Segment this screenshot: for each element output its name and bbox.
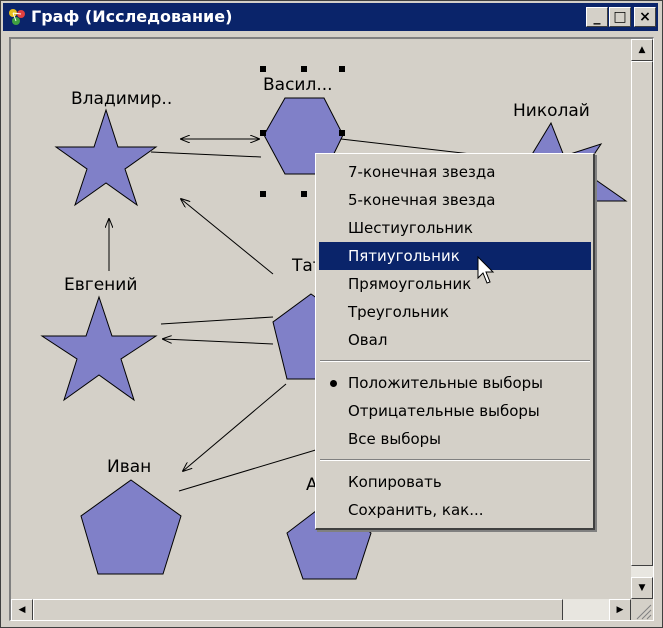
graph-window: Граф (Исследование) _ □ × Владимир.. Вас… [0, 0, 663, 628]
node-label-vladimir: Владимир.. [71, 89, 173, 109]
node-label-ivan: Иван [107, 457, 152, 477]
menu-item-hexagon[interactable]: Шестиугольник [319, 214, 591, 242]
menu-item-positive-label: Положительные выборы [348, 374, 543, 392]
selection-handle[interactable] [260, 130, 266, 136]
menu-item-7-star[interactable]: 7-конечная звезда [319, 158, 591, 186]
edge [181, 199, 274, 275]
horizontal-scrollbar[interactable]: ◀ ▶ [11, 599, 631, 620]
menu-item-oval[interactable]: Овал [319, 326, 591, 354]
window-title: Граф (Исследование) [31, 7, 233, 26]
menu-separator [320, 459, 590, 461]
edge [178, 448, 320, 492]
resize-grip-icon [636, 604, 652, 620]
context-menu: 7-конечная звезда 5-конечная звезда Шест… [315, 153, 595, 530]
mouse-cursor-icon [477, 256, 495, 284]
size-grip[interactable] [631, 599, 653, 620]
menu-item-positive-choices[interactable]: Положительные выборы [319, 369, 591, 397]
selection-handle[interactable] [339, 66, 345, 72]
star-node[interactable] [54, 108, 158, 207]
menu-item-pentagon[interactable]: Пятиугольник [319, 242, 591, 270]
menu-item-rectangle[interactable]: Прямоугольник [319, 270, 591, 298]
scroll-up-arrow-icon[interactable]: ▲ [631, 39, 653, 61]
pentagon-node[interactable] [80, 479, 182, 575]
edge [150, 151, 262, 158]
selection-handle[interactable] [301, 66, 307, 72]
node-label-nikolay: Николай [513, 101, 590, 121]
vertical-scrollbar[interactable]: ▲ ▼ [631, 39, 653, 599]
horizontal-scroll-thumb[interactable] [33, 599, 563, 620]
title-bar[interactable]: Граф (Исследование) _ □ × [3, 3, 658, 31]
graph-app-icon [9, 9, 25, 25]
edge [340, 138, 472, 155]
menu-item-all-choices[interactable]: Все выборы [319, 425, 591, 453]
selection-handle[interactable] [339, 130, 345, 136]
menu-item-triangle[interactable]: Треугольник [319, 298, 591, 326]
scroll-down-arrow-icon[interactable]: ▼ [631, 577, 653, 599]
node-label-evgeniy: Евгений [64, 275, 138, 295]
star-node[interactable] [40, 295, 158, 402]
edge [183, 383, 287, 471]
menu-item-5-star[interactable]: 5-конечная звезда [319, 186, 591, 214]
menu-item-copy[interactable]: Копировать [319, 468, 591, 496]
node-label-vasiliy: Васил... [263, 75, 333, 95]
radio-bullet-icon [330, 380, 337, 387]
scroll-right-arrow-icon[interactable]: ▶ [609, 599, 631, 620]
selection-handle[interactable] [301, 191, 307, 197]
minimize-button[interactable]: _ [586, 7, 608, 27]
selection-handle[interactable] [260, 66, 266, 72]
edge [160, 316, 274, 325]
edge [163, 339, 274, 345]
menu-separator [320, 360, 590, 362]
selection-handle[interactable] [260, 191, 266, 197]
menu-item-save-as[interactable]: Сохранить, как... [319, 496, 591, 524]
close-button[interactable]: × [634, 7, 656, 27]
scroll-left-arrow-icon[interactable]: ◀ [11, 599, 33, 620]
maximize-button[interactable]: □ [609, 7, 631, 27]
vertical-scroll-thumb[interactable] [631, 61, 653, 566]
menu-item-negative-choices[interactable]: Отрицательные выборы [319, 397, 591, 425]
